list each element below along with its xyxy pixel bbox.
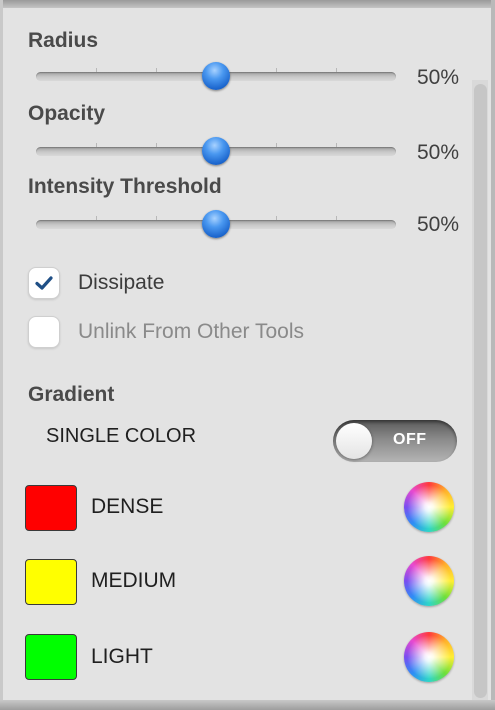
- unlink-from-other-tools-option[interactable]: Unlink From Other Tools: [28, 314, 304, 350]
- slider-tick: [156, 68, 157, 72]
- intensity-threshold-slider-knob[interactable]: [202, 210, 230, 238]
- slider-tick: [336, 216, 337, 220]
- dense-color-wheel-icon[interactable]: [404, 482, 454, 532]
- checkmark-icon: [35, 276, 53, 290]
- light-color-wheel-icon[interactable]: [404, 632, 454, 682]
- slider-tick: [96, 216, 97, 220]
- slider-tick: [336, 143, 337, 147]
- unlink-from-other-tools-checkbox[interactable]: [28, 316, 60, 348]
- radius-slider[interactable]: [36, 62, 396, 90]
- panel-right-edge: [491, 0, 495, 710]
- radius-value: 50%: [417, 66, 460, 89]
- slider-tick: [96, 68, 97, 72]
- radius-slider-knob[interactable]: [202, 62, 230, 90]
- panel-top-edge: [0, 0, 495, 8]
- slider-tick: [156, 216, 157, 220]
- intensity-threshold-slider[interactable]: [36, 210, 396, 238]
- slider-tick: [276, 216, 277, 220]
- light-label: LIGHT: [91, 645, 153, 668]
- slider-tick: [276, 68, 277, 72]
- light-color-swatch[interactable]: [25, 634, 77, 680]
- slider-tick: [156, 143, 157, 147]
- opacity-label: Opacity: [28, 102, 106, 125]
- dense-label: DENSE: [91, 495, 164, 518]
- dissipate-label: Dissipate: [78, 271, 165, 294]
- radius-label: Radius: [28, 29, 99, 52]
- opacity-slider-knob[interactable]: [202, 137, 230, 165]
- single-color-toggle[interactable]: OFF: [333, 420, 457, 462]
- unlink-from-other-tools-label: Unlink From Other Tools: [78, 320, 305, 343]
- opacity-slider[interactable]: [36, 137, 396, 165]
- dense-color-swatch[interactable]: [25, 485, 77, 531]
- single-color-label: SINGLE COLOR: [46, 425, 197, 447]
- medium-label: MEDIUM: [91, 569, 177, 592]
- toggle-knob[interactable]: [336, 423, 372, 459]
- dissipate-checkbox[interactable]: [28, 267, 60, 299]
- opacity-value: 50%: [417, 141, 460, 164]
- intensity-threshold-value: 50%: [417, 213, 460, 236]
- medium-color-swatch[interactable]: [25, 559, 77, 605]
- scrollbar-thumb[interactable]: [474, 84, 487, 698]
- slider-tick: [276, 143, 277, 147]
- toggle-state-text: OFF: [393, 431, 427, 448]
- dissipate-option[interactable]: Dissipate: [28, 265, 164, 301]
- medium-color-wheel-icon[interactable]: [404, 556, 454, 606]
- intensity-threshold-label: Intensity Threshold: [28, 175, 222, 198]
- panel-left-edge: [0, 0, 3, 710]
- gradient-title: Gradient: [28, 383, 115, 406]
- panel-bottom-edge: [0, 700, 495, 710]
- slider-tick: [96, 143, 97, 147]
- slider-tick: [336, 68, 337, 72]
